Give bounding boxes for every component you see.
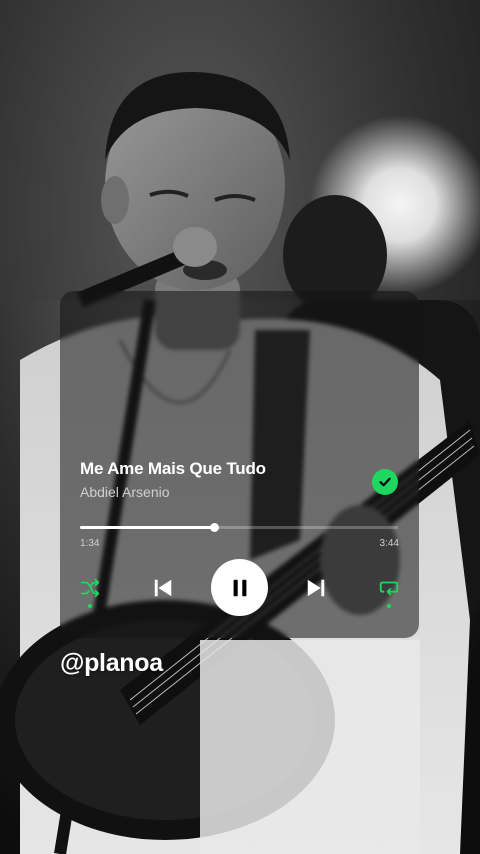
next-button[interactable] xyxy=(303,575,329,601)
pause-icon xyxy=(233,579,246,596)
pause-button[interactable] xyxy=(211,559,268,616)
now-playing-card: Me Ame Mais Que Tudo Abdiel Arsenio 1:34… xyxy=(60,291,419,638)
shuffle-button[interactable] xyxy=(77,575,103,608)
skip-next-icon xyxy=(307,579,325,597)
story-canvas: Me Ame Mais Que Tudo Abdiel Arsenio 1:34… xyxy=(0,0,480,854)
check-circle-icon[interactable] xyxy=(372,469,398,495)
elapsed-time: 1:34 xyxy=(80,538,100,549)
total-time: 3:44 xyxy=(379,538,399,549)
progress-handle[interactable] xyxy=(209,523,219,532)
shuffle-active-dot xyxy=(88,604,92,608)
repeat-button[interactable] xyxy=(376,575,402,608)
repeat-active-dot xyxy=(387,604,391,608)
shuffle-icon xyxy=(80,578,100,598)
track-title: Me Ame Mais Que Tudo xyxy=(80,459,266,478)
creator-handle: @planoa xyxy=(60,649,163,677)
previous-button[interactable] xyxy=(150,575,176,601)
skip-previous-icon xyxy=(154,579,172,597)
track-artist[interactable]: Abdiel Arsenio xyxy=(80,484,170,500)
progress-bar[interactable] xyxy=(80,523,398,532)
progress-fill xyxy=(80,526,214,529)
playback-controls xyxy=(60,559,419,617)
repeat-icon xyxy=(379,581,399,596)
